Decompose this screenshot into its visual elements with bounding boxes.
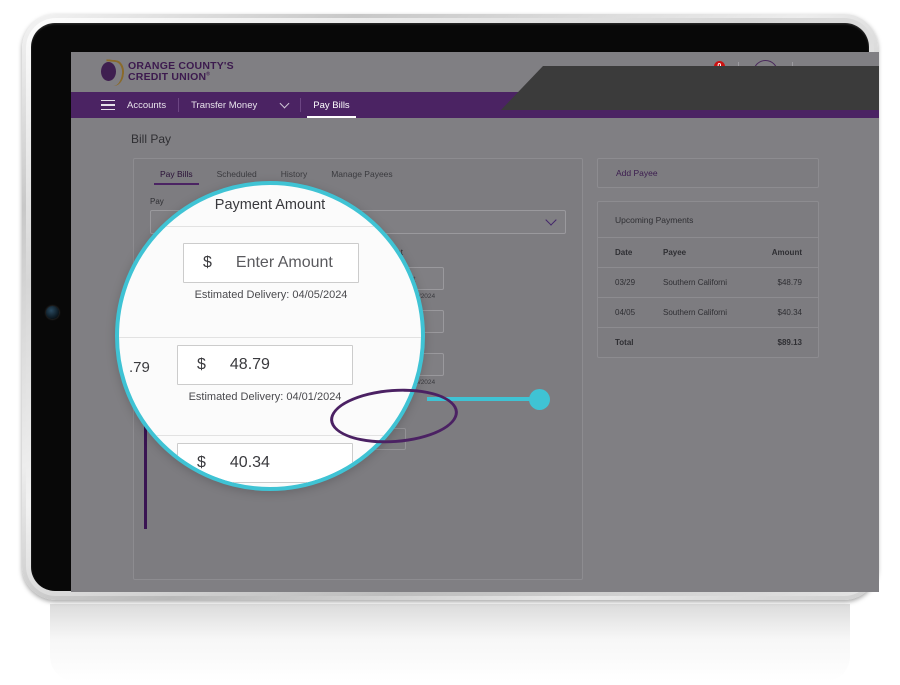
- main-navigation: Accounts Transfer Money Pay Bills: [71, 92, 879, 118]
- table-row[interactable]: 03/29 Southern Californi $48.79: [598, 268, 818, 298]
- magnifier-connector-dot: [529, 389, 550, 410]
- user-avatar-icon: [752, 59, 778, 85]
- magnified-section-title: Payment Amount: [214, 197, 326, 213]
- page-title: Bill Pay: [131, 132, 172, 146]
- message-count-badge: 0: [713, 61, 725, 72]
- add-payee-button[interactable]: Add Payee: [598, 159, 818, 187]
- total-amount: $89.13: [777, 338, 802, 347]
- screenshot-stage: ORANGE COUNTY'S CREDIT UNION® 0 Logout A…: [0, 0, 900, 685]
- table-row[interactable]: 04/05 Southern Californi $40.34: [598, 298, 818, 328]
- row-amount: $48.79: [777, 278, 802, 287]
- front-camera-icon: [46, 306, 59, 319]
- column-header-amount: Amount: [771, 248, 802, 257]
- total-label: Total: [615, 338, 634, 347]
- oc-credit-union-logo-icon: [101, 59, 126, 87]
- currency-symbol: $: [197, 454, 206, 471]
- upcoming-payments-title: Upcoming Payments: [598, 202, 818, 238]
- magnified-estimated-delivery: Estimated Delivery: 04/05/2024: [194, 289, 348, 301]
- magnified-amount-input[interactable]: $ 48.79: [177, 345, 353, 385]
- add-payee-card: Add Payee: [597, 158, 819, 188]
- magnified-estimated-delivery: Estimated Delivery: 04/01/2024: [188, 391, 342, 403]
- row-date: 04/05: [615, 308, 636, 317]
- magnified-amount-placeholder: Enter Amount: [235, 254, 333, 271]
- magnified-amount-input[interactable]: $ Enter Amount: [183, 243, 359, 283]
- brand-line-2: CREDIT UNION®: [128, 71, 211, 83]
- brand-logo[interactable]: ORANGE COUNTY'S CREDIT UNION®: [101, 59, 234, 87]
- tablet-reflection: [50, 604, 850, 682]
- messages-button[interactable]: 0: [697, 61, 725, 82]
- column-header-payee: Payee: [663, 248, 687, 257]
- magnified-clipped-amount: .79: [129, 359, 150, 376]
- magnified-amount-value: 40.34: [229, 454, 270, 471]
- tablet-device-frame: ORANGE COUNTY'S CREDIT UNION® 0 Logout A…: [22, 14, 879, 600]
- magnified-payment-row: $ 48.79 Estimated Delivery: 04/01/2024: [177, 345, 353, 403]
- row-date: 03/29: [615, 278, 636, 287]
- column-header-date: Date: [615, 248, 633, 257]
- header-divider-2: [791, 62, 793, 82]
- magnified-amount-value: 48.79: [229, 356, 270, 373]
- nav-item-accounts[interactable]: Accounts: [115, 92, 178, 118]
- chevron-down-icon: [545, 214, 557, 226]
- sidebar: Add Payee Upcoming Payments Date Payee A…: [597, 158, 819, 580]
- row-payee: Southern Californi: [663, 308, 728, 317]
- bill-pay-tabs: Pay Bills Scheduled History Manage Payee…: [134, 159, 582, 185]
- header-actions: 0 Logout: [697, 59, 853, 85]
- header-divider-1: [737, 62, 739, 82]
- logout-button[interactable]: Logout: [821, 66, 853, 78]
- app-header: ORANGE COUNTY'S CREDIT UNION® 0 Logout: [71, 52, 879, 92]
- magnified-amount-input[interactable]: $ 40.34: [177, 443, 353, 483]
- magnified-payment-row: $ Enter Amount Estimated Delivery: 04/05…: [183, 243, 359, 301]
- tablet-screen: ORANGE COUNTY'S CREDIT UNION® 0 Logout A…: [71, 52, 879, 592]
- currency-symbol: $: [197, 356, 206, 373]
- tab-manage-payees[interactable]: Manage Payees: [319, 169, 404, 185]
- row-payee: Southern Californi: [663, 278, 728, 287]
- tab-pay-bills[interactable]: Pay Bills: [148, 169, 205, 185]
- nav-dropdown-toggle[interactable]: [269, 92, 300, 118]
- nav-item-transfer-money[interactable]: Transfer Money: [179, 92, 269, 118]
- row-amount: $40.34: [777, 308, 802, 317]
- profile-button[interactable]: [752, 59, 778, 85]
- chevron-down-icon: [279, 98, 290, 109]
- currency-symbol: $: [203, 254, 212, 271]
- upcoming-payments-card: Upcoming Payments Date Payee Amount 03/2…: [597, 201, 819, 358]
- upcoming-table-header: Date Payee Amount: [598, 238, 818, 268]
- upcoming-total-row: Total $89.13: [598, 328, 818, 357]
- hamburger-menu-icon[interactable]: [101, 97, 115, 113]
- nav-item-pay-bills[interactable]: Pay Bills: [301, 92, 361, 118]
- magnifier-lens: Payment Amount .79 $ Enter Amount Estima…: [115, 181, 425, 491]
- magnified-payment-row: $ 40.34 Estimated Delivery: 04/08/2024: [177, 443, 353, 487]
